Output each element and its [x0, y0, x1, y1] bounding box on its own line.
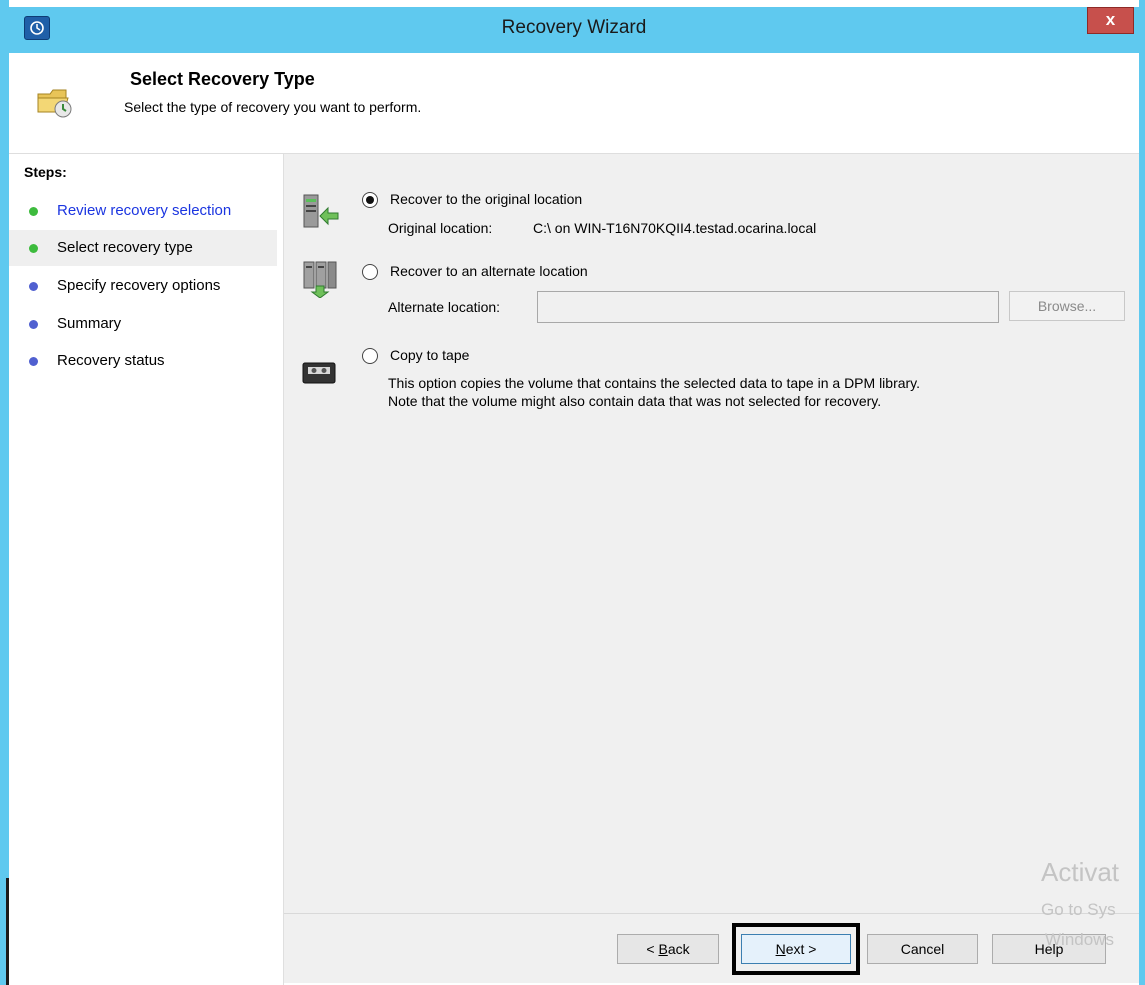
recover-original-label[interactable]: Recover to the original location: [390, 191, 582, 207]
browse-button[interactable]: Browse...: [1009, 291, 1125, 321]
step-recovery-status: Recovery status: [9, 343, 277, 379]
tape-description-line-1: This option copies the volume that conta…: [388, 375, 921, 391]
step-label: Select recovery type: [57, 239, 193, 256]
step-status-dot: [29, 357, 38, 366]
back-accelerator: B: [658, 941, 668, 957]
step-specify-recovery-options: Specify recovery options: [9, 268, 277, 304]
tape-icon: [302, 362, 336, 387]
back-label-rest: ack: [667, 941, 690, 957]
alternate-location-input[interactable]: [537, 291, 999, 323]
step-label: Specify recovery options: [57, 277, 221, 294]
page-title: Select Recovery Type: [130, 69, 315, 89]
radio-selected-dot: [366, 196, 374, 204]
top-strip: [0, 0, 1145, 7]
page-subtitle: Select the type of recovery you want to …: [124, 99, 422, 115]
step-status-dot: [29, 320, 38, 329]
original-location-value: C:\ on WIN-T16N70KQII4.testad.ocarina.lo…: [533, 220, 817, 236]
step-label: Summary: [57, 315, 122, 332]
recover-alternate-label[interactable]: Recover to an alternate location: [390, 263, 588, 279]
window-right-border: [1139, 0, 1145, 985]
step-review-recovery-selection[interactable]: Review recovery selection: [9, 193, 277, 229]
alternate-location-label: Alternate location:: [388, 299, 501, 315]
server-restore-icon: [302, 193, 342, 232]
steps-heading: Steps:: [24, 164, 67, 180]
step-status-dot: [29, 282, 38, 291]
window-title: Recovery Wizard: [501, 17, 647, 38]
recover-original-radio[interactable]: [362, 192, 378, 208]
activation-watermark-line-2: Go to Sys: [1041, 900, 1116, 919]
tape-description-line-2: Note that the volume might also contain …: [388, 393, 882, 409]
server-copy-icon: [302, 260, 338, 301]
step-select-recovery-type: Select recovery type: [9, 230, 277, 266]
next-button-highlight: [732, 923, 860, 975]
folder-restore-icon: [36, 84, 76, 123]
step-label[interactable]: Review recovery selection: [57, 202, 231, 219]
step-summary: Summary: [9, 306, 277, 342]
original-location-label: Original location:: [388, 220, 493, 236]
window-left-border: [0, 0, 9, 985]
back-button[interactable]: < Back: [617, 934, 719, 964]
close-button[interactable]: x: [1087, 7, 1134, 34]
activation-watermark-line-1: Activat: [1041, 857, 1120, 887]
step-label: Recovery status: [57, 352, 165, 369]
cancel-button[interactable]: Cancel: [867, 934, 978, 964]
copy-to-tape-label[interactable]: Copy to tape: [390, 347, 469, 363]
copy-to-tape-radio[interactable]: [362, 348, 378, 364]
activation-watermark-line-3: Windows: [1045, 930, 1114, 949]
recover-alternate-radio[interactable]: [362, 264, 378, 280]
step-status-dot: [29, 207, 38, 216]
footer-divider: [284, 913, 1139, 914]
step-status-dot: [29, 244, 38, 253]
